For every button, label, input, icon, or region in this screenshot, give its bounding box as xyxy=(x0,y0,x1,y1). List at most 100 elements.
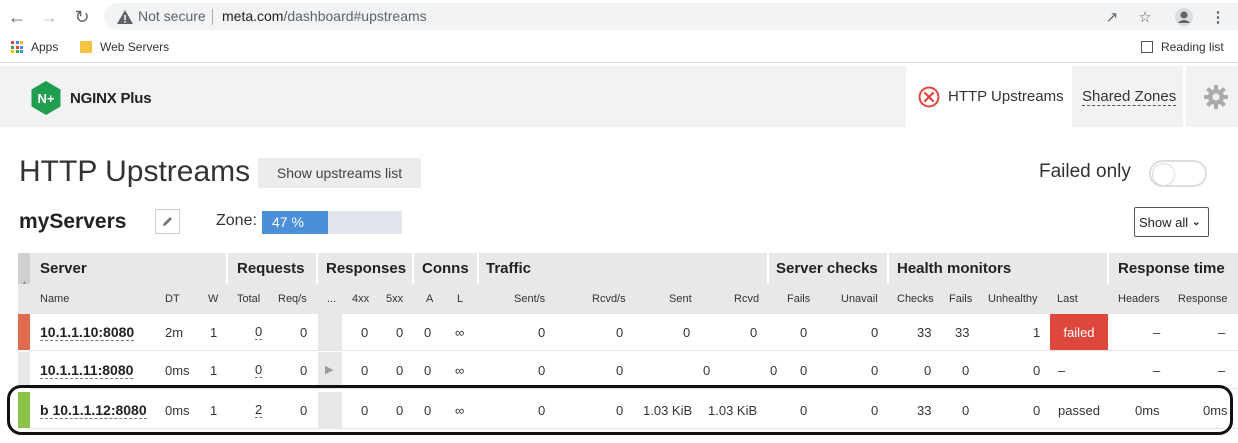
col-checks: Checks xyxy=(897,293,934,305)
zone-usage-text: 47 % xyxy=(272,214,304,230)
status-stripe xyxy=(18,392,30,428)
cell-reqs: 0 xyxy=(300,363,308,378)
cell-rcvd: 1.03 KiB xyxy=(708,403,758,418)
cell-checks: 33 xyxy=(917,325,932,340)
col-5xx: 5xx xyxy=(386,293,404,305)
url-text[interactable]: meta.com/dashboard#upstreams xyxy=(222,8,427,24)
cell-unavail: 0 xyxy=(871,403,879,418)
group-server: Server xyxy=(40,260,87,277)
failed-only-label: Failed only xyxy=(1039,161,1131,182)
tab-http-upstreams[interactable]: HTTP Upstreams xyxy=(906,66,1072,127)
cell-reqs: 0 xyxy=(300,325,308,340)
back-icon[interactable]: ← xyxy=(6,6,28,28)
group-requests: Requests xyxy=(237,260,305,277)
zone-label: Zone: xyxy=(216,212,257,229)
failed-only-toggle[interactable] xyxy=(1149,160,1207,187)
col-response: Response xyxy=(1178,293,1228,305)
cell-rcvd: 0 xyxy=(750,325,758,340)
reload-icon[interactable]: ↻ xyxy=(71,6,93,28)
bookmarks-bar: Apps Web Servers Reading list xyxy=(0,33,1238,63)
address-separator xyxy=(212,9,213,25)
cell-checks: 33 xyxy=(917,403,932,418)
cell-response: 0ms xyxy=(1203,403,1228,418)
status-stripe xyxy=(18,352,30,388)
svg-text:N+: N+ xyxy=(38,91,55,106)
reading-list-icon xyxy=(1141,41,1153,53)
col-sent: Sent xyxy=(669,293,692,305)
nginx-logo[interactable]: N+ NGINX Plus xyxy=(30,80,152,116)
tab-shared-zones[interactable]: Shared Zones xyxy=(1082,88,1177,106)
cell-sent-s: 0 xyxy=(538,403,546,418)
cell-a: 0 xyxy=(424,325,432,340)
reading-list-label: Reading list xyxy=(1161,40,1224,54)
warning-icon[interactable] xyxy=(116,8,134,26)
table-row[interactable]: 10.1.1.10:8080 2m 1 0 0 0 0 0 ∞ 0 0 0 0 … xyxy=(18,314,1238,352)
cell-sent-s: 0 xyxy=(538,363,546,378)
expand-column xyxy=(318,392,342,428)
group-health-monitors: Health monitors xyxy=(897,260,1012,277)
share-icon[interactable]: ↗ xyxy=(1101,6,1123,28)
browser-menu-icon[interactable]: ⋮ xyxy=(1207,6,1229,28)
expand-arrow-icon[interactable]: ▶ xyxy=(325,363,333,376)
col-fails: Fails xyxy=(787,293,811,305)
cell-w: 1 xyxy=(210,363,218,378)
tab-http-upstreams-label: HTTP Upstreams xyxy=(948,88,1064,105)
cell-unavail: 0 xyxy=(871,325,879,340)
cell-unhealthy: 0 xyxy=(1033,403,1041,418)
col-rcvd: Rcvd xyxy=(734,293,760,305)
table-row[interactable]: b 10.1.1.12:8080 0ms 1 2 0 0 0 0 ∞ 0 0 1… xyxy=(18,392,1238,430)
server-address[interactable]: 10.1.1.11:8080 xyxy=(40,363,134,379)
error-circle-icon xyxy=(918,86,940,108)
col-total: Total xyxy=(237,293,261,305)
bookmark-star-icon[interactable]: ☆ xyxy=(1134,6,1156,28)
gear-icon[interactable] xyxy=(1203,84,1229,110)
cell-4xx: 0 xyxy=(361,325,369,340)
server-address[interactable]: 10.1.1.10:8080 xyxy=(40,325,135,341)
col-name: Name xyxy=(40,293,70,305)
cell-dt: 0ms xyxy=(165,363,190,378)
address-bar[interactable]: Not secure meta.com/dashboard#upstreams … xyxy=(104,3,1238,30)
cell-sent: 1.03 KiB xyxy=(643,403,693,418)
table-row[interactable]: ▶ 10.1.1.11:8080 0ms 1 0 0 0 0 0 ∞ 0 0 0… xyxy=(18,352,1238,390)
forward-icon[interactable]: → xyxy=(38,6,60,28)
bookmark-apps[interactable]: Apps xyxy=(11,40,58,54)
cell-total[interactable]: 0 xyxy=(255,363,263,378)
health-status-badge: failed xyxy=(1050,314,1108,350)
pencil-icon xyxy=(163,217,172,226)
table-group-header: ▲ Server Requests Responses Conns Traffi… xyxy=(18,253,1238,314)
status-stripe xyxy=(18,314,30,350)
bookmark-web-servers-label: Web Servers xyxy=(100,40,170,54)
cell-fails: 0 xyxy=(800,363,808,378)
cell-4xx: 0 xyxy=(361,403,369,418)
cell-rcvd-s: 0 xyxy=(616,403,624,418)
show-upstreams-list-button[interactable]: Show upstreams list xyxy=(258,158,421,188)
cell-sent-s: 0 xyxy=(538,325,546,340)
bookmark-web-servers[interactable]: Web Servers xyxy=(80,40,169,54)
browser-toolbar: ← → ↻ Not secure meta.com/dashboard#upst… xyxy=(0,0,1238,33)
col-last: Last xyxy=(1057,293,1078,305)
col-dt: DT xyxy=(165,293,180,305)
cell-checks: 0 xyxy=(924,363,932,378)
cell-dt: 2m xyxy=(165,325,184,340)
group-server-checks: Server checks xyxy=(776,260,878,277)
cell-hm-fails: 0 xyxy=(962,403,970,418)
page-title: HTTP Upstreams xyxy=(19,155,251,188)
cell-5xx: 0 xyxy=(396,325,404,340)
col-unhealthy: Unhealthy xyxy=(988,293,1038,305)
edit-upstream-button[interactable] xyxy=(155,209,180,234)
cell-a: 0 xyxy=(424,403,432,418)
cell-w: 1 xyxy=(210,403,218,418)
cell-4xx: 0 xyxy=(361,363,369,378)
server-address[interactable]: b 10.1.1.12:8080 xyxy=(40,403,147,419)
cell-rcvd-s: 0 xyxy=(616,325,624,340)
server-filter-select[interactable]: Show all ⌄ xyxy=(1134,207,1209,237)
zone-usage-bar: 47 % xyxy=(262,211,402,234)
cell-response: – xyxy=(1218,363,1226,378)
table-column-header: Name DT W Total Req/s ... 4xx 5xx A L Se… xyxy=(18,284,1238,314)
cell-total[interactable]: 2 xyxy=(255,403,263,418)
cell-total[interactable]: 0 xyxy=(255,325,263,340)
cell-l: ∞ xyxy=(455,325,465,340)
expand-column xyxy=(318,314,342,350)
profile-avatar-icon[interactable] xyxy=(1173,6,1195,28)
reading-list-button[interactable]: Reading list xyxy=(1141,40,1224,54)
